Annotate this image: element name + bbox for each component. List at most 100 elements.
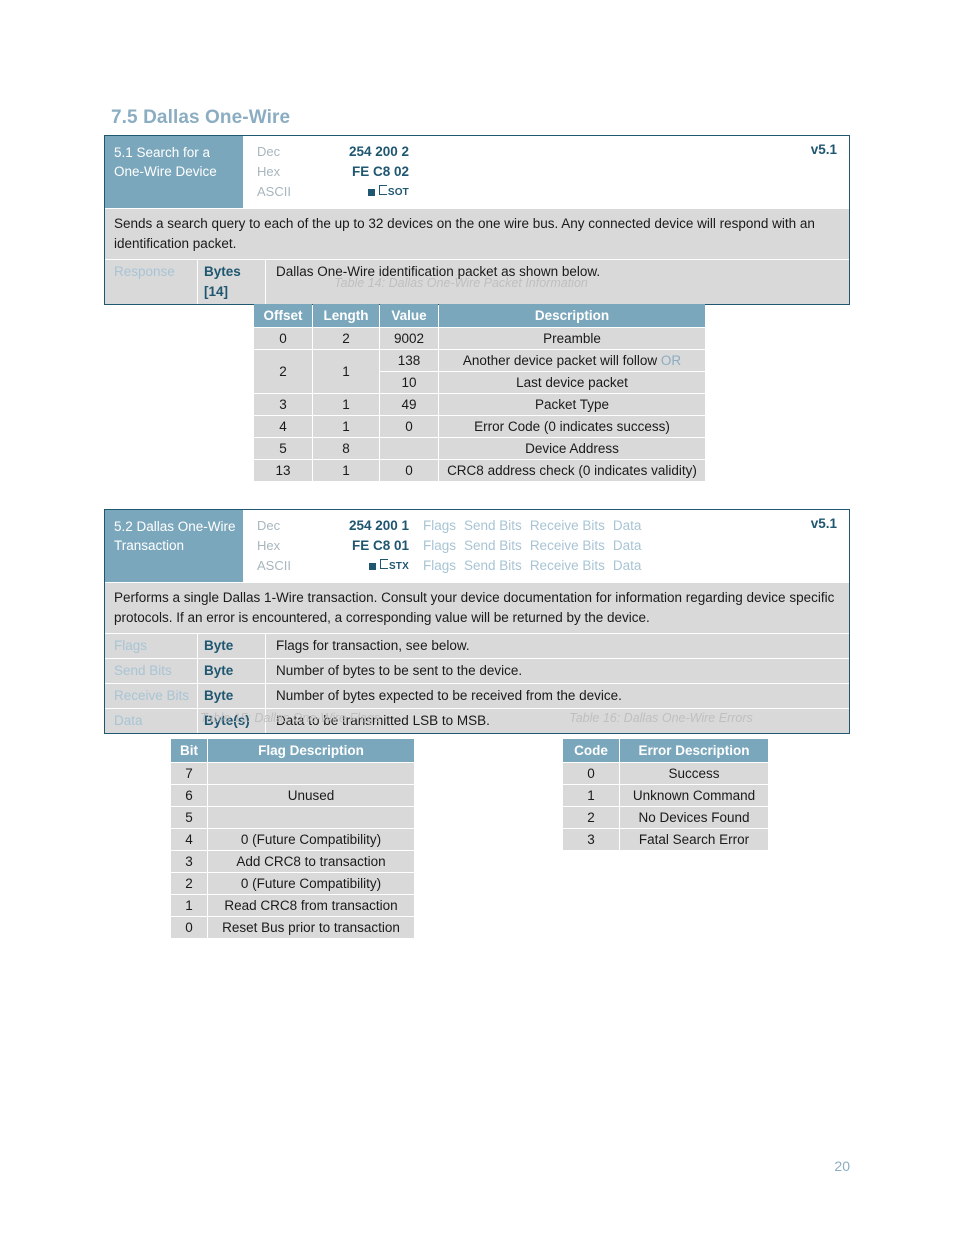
encoding-row-ascii: ASCII SOT	[243, 182, 849, 202]
command-encodings: Dec 254 200 2 Hex FE C8 02 ASCII SOT v5.…	[243, 136, 849, 208]
arg-receive-bits: Receive Bits	[529, 558, 605, 573]
cell-description: Error Code (0 indicates success)	[439, 416, 705, 437]
encoding-args-ascii: Flags Send Bits Receive Bits Data	[409, 556, 649, 576]
encoding-value-ascii: SOT	[305, 182, 409, 202]
encoding-label-ascii: ASCII	[257, 184, 291, 199]
column-header-value: Value	[380, 304, 438, 327]
cell-length: 1	[313, 394, 379, 415]
cell-error-description: Success	[620, 763, 768, 784]
cell-length: 8	[313, 438, 379, 459]
cell-offset: 0	[254, 328, 312, 349]
cell-value	[380, 438, 438, 459]
table-row: 3 Fatal Search Error	[563, 829, 768, 850]
cell-offset: 13	[254, 460, 312, 481]
table-row: 7	[171, 763, 414, 784]
encoding-row-hex: Hex FE C8 02	[243, 162, 849, 182]
arg-send-bits: Send Bits	[464, 518, 522, 533]
parameter-row: Receive Bits Byte Number of bytes expect…	[105, 683, 849, 708]
encoding-row-dec: Dec 254 200 2	[243, 142, 849, 162]
control-picture-icon: STX	[379, 559, 409, 572]
cell-flag-description: 0 (Future Compatibility)	[208, 829, 414, 850]
table-row: 0 Reset Bus prior to transaction	[171, 917, 414, 938]
parameter-type: Byte	[197, 634, 265, 658]
cell-flag-description	[208, 763, 414, 784]
cell-value: 49	[380, 394, 438, 415]
cell-description: Device Address	[439, 438, 705, 459]
cell-description-accent: OR	[660, 353, 682, 368]
column-header-flag-description: Flag Description	[208, 739, 414, 762]
cell-description: Packet Type	[439, 394, 705, 415]
table-row: 3 1 49 Packet Type	[254, 394, 705, 415]
encoding-value-dec: 254 200 1	[348, 518, 409, 533]
column-header-description: Description	[439, 304, 705, 327]
table-row: 6 Unused	[171, 785, 414, 806]
cell-offset: 4	[254, 416, 312, 437]
cell-length: 1	[313, 416, 379, 437]
encoding-label-hex: Hex	[257, 538, 281, 553]
parameter-description: Number of bytes expected to be received …	[265, 684, 849, 708]
cell-code: 2	[563, 807, 619, 828]
arg-send-bits: Send Bits	[464, 558, 522, 573]
encoding-value-ascii: STX	[305, 556, 409, 576]
control-picture-icon: SOT	[378, 185, 409, 198]
table-header-row: Offset Length Value Description	[254, 304, 705, 327]
document-page: 7.5 Dallas One-Wire 5.1 Search for a One…	[0, 0, 954, 1235]
arg-send-bits: Send Bits	[464, 538, 522, 553]
cell-value: 138	[380, 350, 438, 371]
table-row: 4 1 0 Error Code (0 indicates success)	[254, 416, 705, 437]
table-header-row: Bit Flag Description	[171, 739, 414, 762]
encoding-row-hex: Hex FE C8 01 Flags Send Bits Receive Bits D…	[243, 536, 849, 556]
filled-square-icon	[367, 189, 375, 196]
cell-offset: 3	[254, 394, 312, 415]
cell-code: 3	[563, 829, 619, 850]
command-header: 5.2 Dallas One-Wire Transaction Dec 254 …	[105, 510, 849, 582]
cell-bit: 4	[171, 829, 207, 850]
table-caption-14: Table 14: Dallas One-Wire Packet Informa…	[334, 276, 588, 290]
column-header-length: Length	[313, 304, 379, 327]
page-title: 7.5 Dallas One-Wire	[111, 107, 291, 128]
table-row: 2 1 138 Another device packet will follo…	[254, 350, 705, 393]
control-picture-label: STX	[388, 561, 409, 572]
encoding-args-hex: Flags Send Bits Receive Bits Data	[409, 536, 649, 556]
cell-description: Last device packet	[439, 372, 705, 393]
arg-flags: Flags	[423, 518, 457, 533]
parameter-row: Send Bits Byte Number of bytes to be sen…	[105, 658, 849, 683]
encoding-label-dec: Dec	[257, 144, 281, 159]
column-header-offset: Offset	[254, 304, 312, 327]
arg-data: Data	[612, 518, 642, 533]
cell-error-description: Unknown Command	[620, 785, 768, 806]
arg-flags: Flags	[423, 538, 457, 553]
table-row: 2 0 (Future Compatibility)	[171, 873, 414, 894]
encoding-args-dec: Flags Send Bits Receive Bits Data	[409, 516, 649, 536]
cell-flag-description: Add CRC8 to transaction	[208, 851, 414, 872]
table-row: 4 0 (Future Compatibility)	[171, 829, 414, 850]
command-encodings: Dec 254 200 1 Flags Send Bits Receive Bits…	[243, 510, 849, 582]
parameter-name: Flags	[114, 638, 148, 653]
arg-receive-bits: Receive Bits	[529, 518, 605, 533]
arg-receive-bits: Receive Bits	[529, 538, 605, 553]
parameter-description: Flags for transaction, see below.	[265, 634, 849, 658]
table-caption-16: Table 16: Dallas One-Wire Errors	[569, 711, 753, 725]
table-dallas-packet-information: Offset Length Value Description 0 2 9002…	[253, 303, 706, 482]
cell-bit: 1	[171, 895, 207, 916]
cell-description: CRC8 address check (0 indicates validity…	[439, 460, 705, 481]
table-dallas-one-wire-flags: Bit Flag Description 7 6 Unused 5 4 0 (F…	[170, 738, 415, 939]
encoding-label-hex: Hex	[257, 164, 281, 179]
parameter-name: Send Bits	[114, 663, 172, 678]
parameter-type: Byte	[197, 684, 265, 708]
table-dallas-one-wire-errors: Code Error Description 0 Success 1 Unkno…	[562, 738, 769, 851]
table-row: 13 1 0 CRC8 address check (0 indicates v…	[254, 460, 705, 481]
table-row: 5 8 Device Address	[254, 438, 705, 459]
cell-bit: 6	[171, 785, 207, 806]
cell-flag-description: Unused	[208, 785, 414, 806]
encoding-label-dec: Dec	[257, 518, 281, 533]
table-row: 0 Success	[563, 763, 768, 784]
cell-value: 0	[380, 460, 438, 481]
cell-error-description: No Devices Found	[620, 807, 768, 828]
parameter-name: Receive Bits	[114, 688, 190, 703]
table-row: 1 Unknown Command	[563, 785, 768, 806]
cell-description-text: Another device packet will follow	[462, 353, 661, 368]
encoding-row-dec: Dec 254 200 1 Flags Send Bits Receive Bits…	[243, 516, 849, 536]
cell-flag-description	[208, 807, 414, 828]
arg-data: Data	[612, 538, 642, 553]
